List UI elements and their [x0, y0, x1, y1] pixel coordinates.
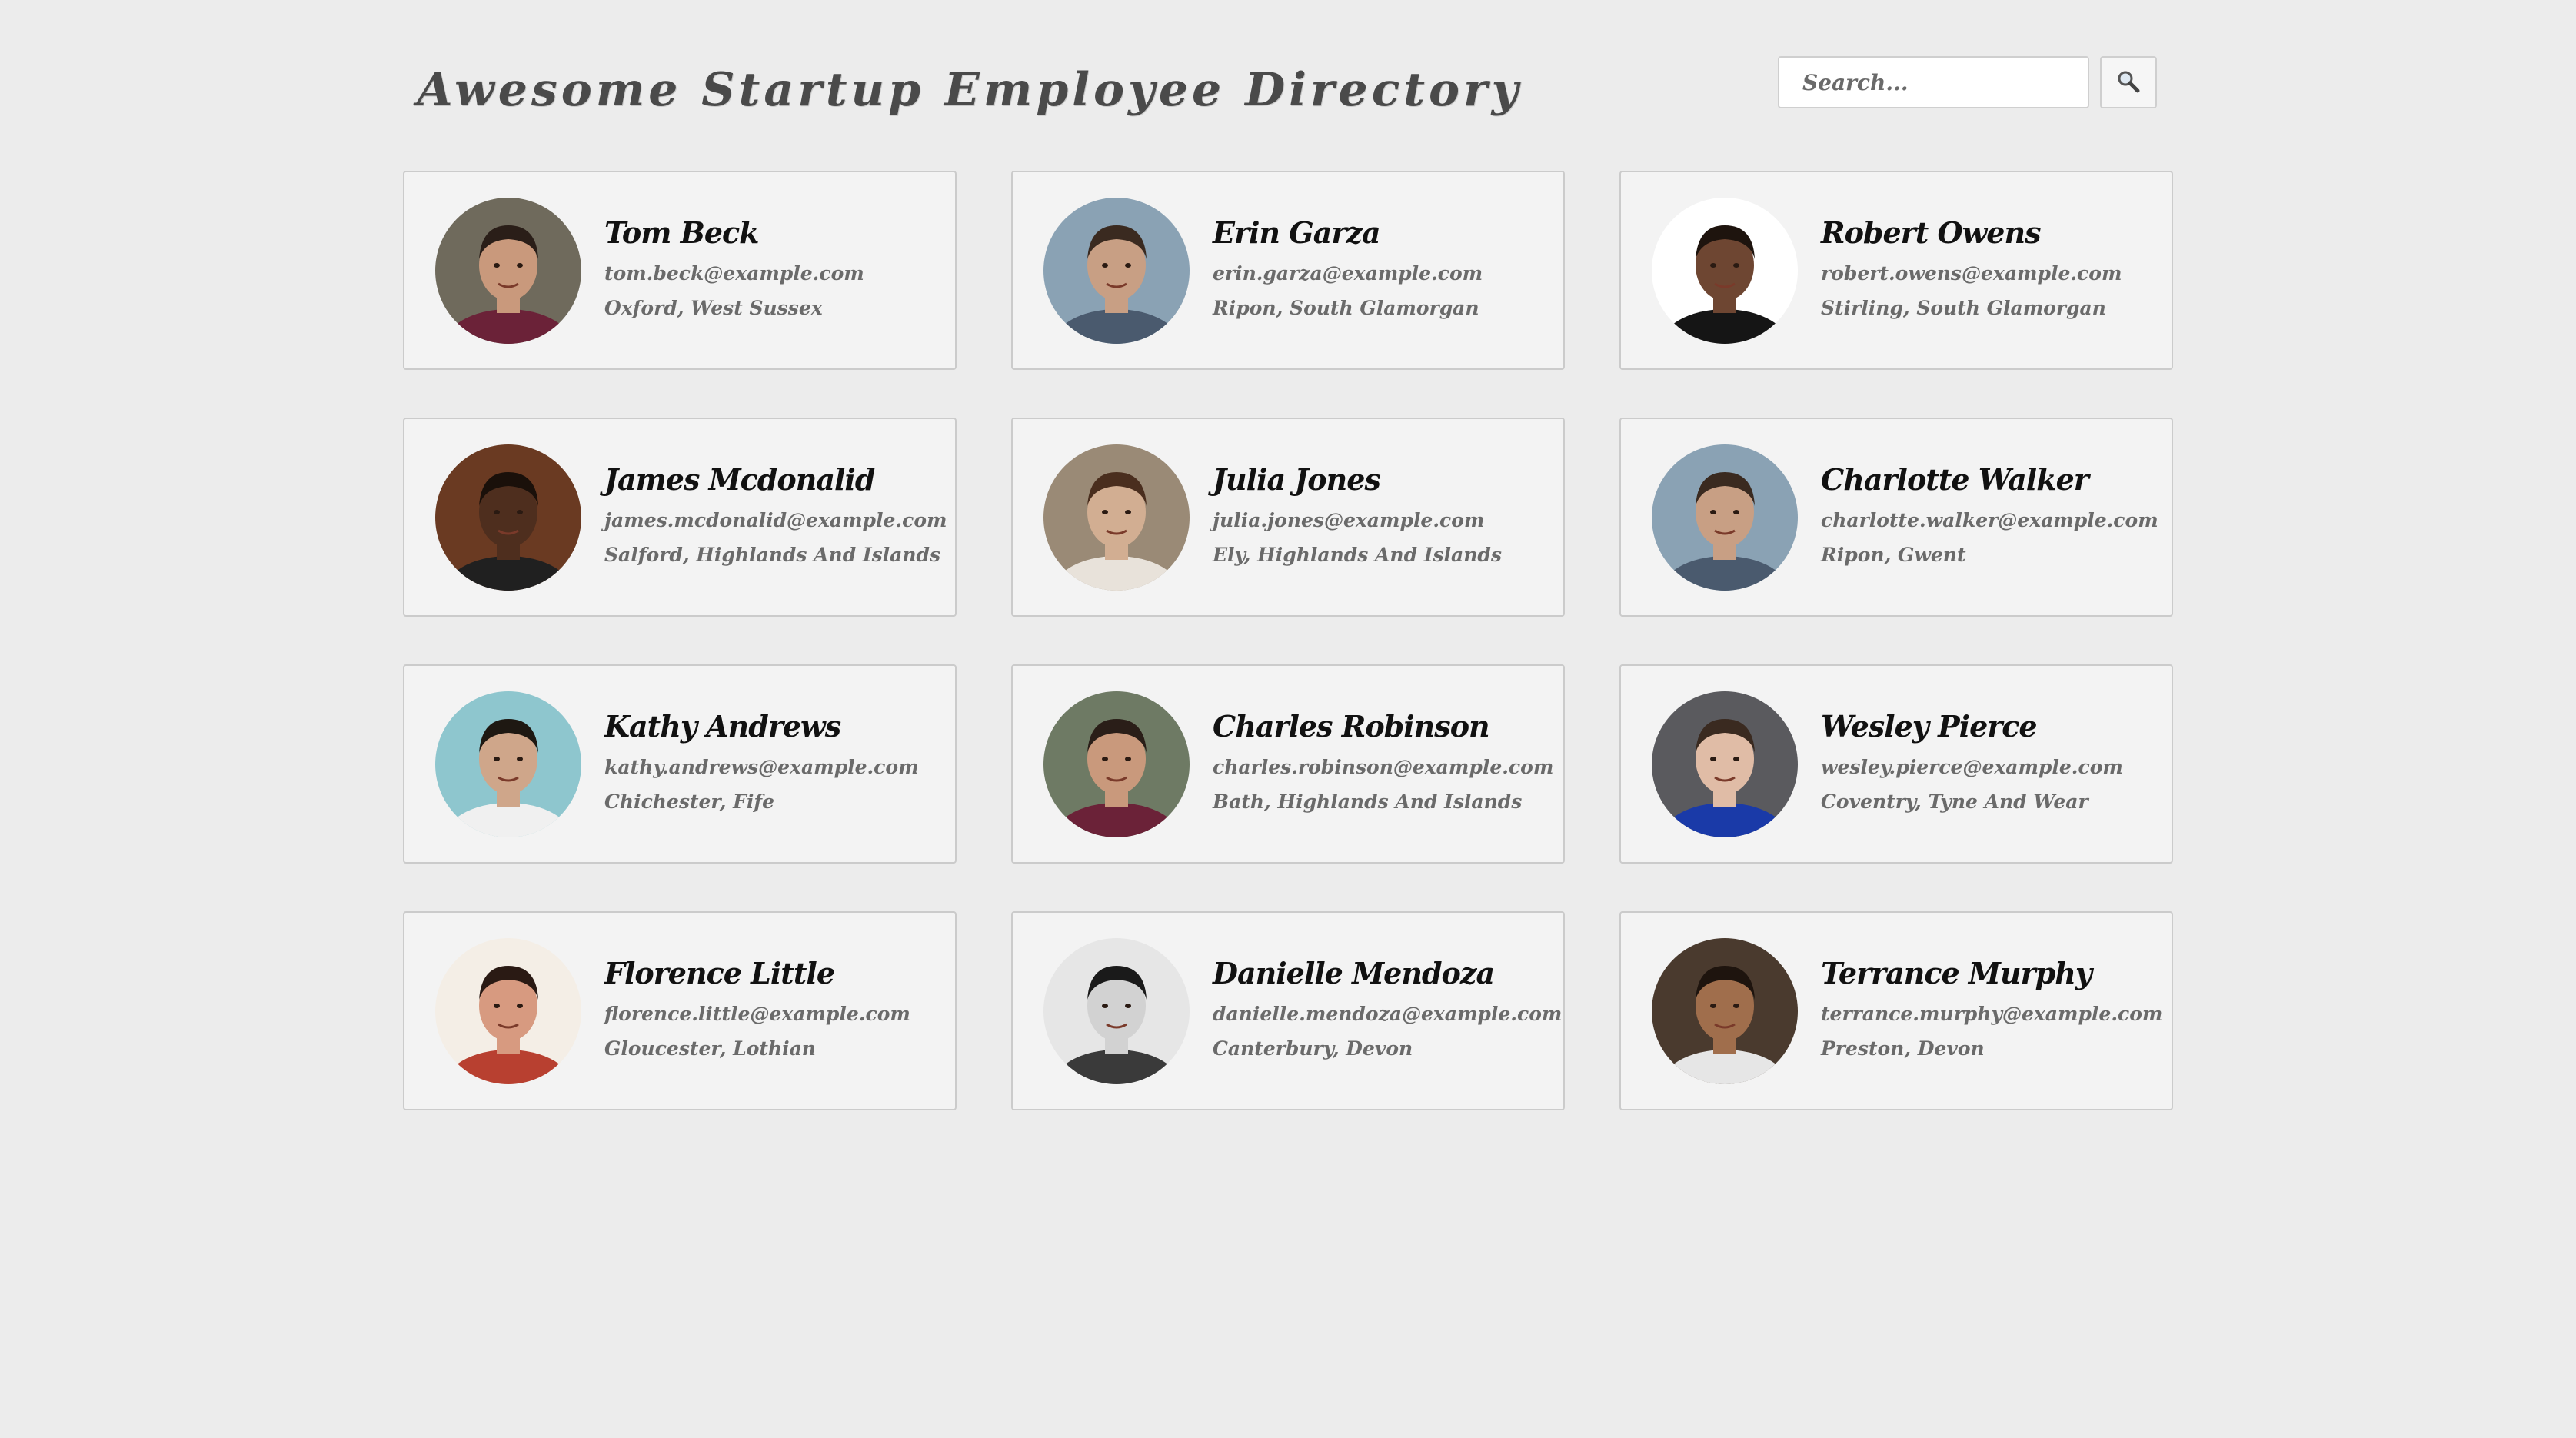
search-form	[1778, 56, 2157, 108]
avatar	[1652, 444, 1798, 591]
employee-card[interactable]: Terrance Murphy terrance.murphy@example.c…	[1619, 911, 2173, 1110]
employee-location: Ely, Highlands And Islands	[1213, 544, 1502, 566]
employee-name: Charles Robinson	[1213, 709, 1490, 744]
employee-info: Julia Jones julia.jones@example.com Ely, H…	[1213, 462, 1502, 572]
avatar	[1043, 691, 1190, 837]
employee-name: Florence Little	[604, 956, 835, 990]
employee-info: Erin Garza erin.garza@example.com Ripon, S…	[1213, 215, 1483, 325]
employee-name: Danielle Mendoza	[1213, 956, 1495, 990]
employee-location: Chichester, Fife	[604, 791, 775, 813]
search-input[interactable]	[1778, 56, 2089, 108]
avatar	[435, 197, 581, 344]
avatar	[435, 937, 581, 1084]
employee-email: charles.robinson@example.com	[1213, 756, 1554, 778]
avatar	[1652, 937, 1798, 1084]
employee-name: Robert Owens	[1821, 215, 2042, 250]
magnifier-icon	[2117, 70, 2140, 95]
employee-info: Florence Little florence.little@example.c…	[604, 956, 910, 1066]
employee-location: Canterbury, Devon	[1213, 1037, 1413, 1060]
employee-grid: Tom Beck tom.beck@example.com Oxford, West…	[403, 171, 2173, 1110]
employee-name: Kathy Andrews	[604, 709, 841, 744]
employee-name: Charlotte Walker	[1821, 462, 2089, 497]
avatar	[1652, 691, 1798, 837]
employee-location: Ripon, South Glamorgan	[1213, 297, 1479, 319]
employee-card[interactable]: Florence Little florence.little@example.c…	[403, 911, 957, 1110]
employee-card[interactable]: Julia Jones julia.jones@example.com Ely, H…	[1011, 418, 1565, 617]
employee-email: charlotte.walker@example.com	[1821, 509, 2158, 531]
employee-email: terrance.murphy@example.com	[1821, 1003, 2163, 1025]
employee-info: Danielle Mendoza danielle.mendoza@example…	[1213, 956, 1562, 1066]
employee-card[interactable]: Charlotte Walker charlotte.walker@example…	[1619, 418, 2173, 617]
employee-location: Oxford, West Sussex	[604, 297, 823, 319]
search-button[interactable]	[2100, 56, 2157, 108]
avatar	[1043, 444, 1190, 591]
employee-location: Ripon, Gwent	[1821, 544, 1966, 566]
employee-email: robert.owens@example.com	[1821, 262, 2122, 285]
employee-name: James Mcdonalid	[604, 462, 875, 497]
employee-info: Robert Owens robert.owens@example.com Stir…	[1821, 215, 2122, 325]
employee-card[interactable]: Tom Beck tom.beck@example.com Oxford, West…	[403, 171, 957, 370]
avatar	[435, 444, 581, 591]
employee-card[interactable]: Danielle Mendoza danielle.mendoza@example…	[1011, 911, 1565, 1110]
employee-card[interactable]: Wesley Pierce wesley.pierce@example.com Co…	[1619, 664, 2173, 864]
employee-email: wesley.pierce@example.com	[1821, 756, 2123, 778]
employee-name: Julia Jones	[1213, 462, 1381, 497]
employee-location: Preston, Devon	[1821, 1037, 1985, 1060]
employee-location: Coventry, Tyne And Wear	[1821, 791, 2088, 813]
employee-card[interactable]: Erin Garza erin.garza@example.com Ripon, S…	[1011, 171, 1565, 370]
avatar	[1652, 197, 1798, 344]
employee-location: Gloucester, Lothian	[604, 1037, 816, 1060]
employee-location: Salford, Highlands And Islands	[604, 544, 941, 566]
employee-card[interactable]: Kathy Andrews kathy.andrews@example.com Ch…	[403, 664, 957, 864]
employee-email: james.mcdonalid@example.com	[604, 509, 947, 531]
employee-email: danielle.mendoza@example.com	[1213, 1003, 1563, 1025]
employee-info: Tom Beck tom.beck@example.com Oxford, West…	[604, 215, 864, 325]
employee-info: Terrance Murphy terrance.murphy@example.c…	[1821, 956, 2162, 1066]
employee-info: Charles Robinson charles.robinson@example…	[1213, 709, 1553, 819]
employee-card[interactable]: James Mcdonalid james.mcdonalid@example.c…	[403, 418, 957, 617]
employee-info: Kathy Andrews kathy.andrews@example.com Ch…	[604, 709, 919, 819]
employee-email: kathy.andrews@example.com	[604, 756, 919, 778]
avatar	[1043, 937, 1190, 1084]
employee-email: tom.beck@example.com	[604, 262, 864, 285]
employee-name: Erin Garza	[1213, 215, 1381, 250]
employee-email: florence.little@example.com	[604, 1003, 910, 1025]
page-header: Awesome Startup Employee Directory	[0, 0, 2576, 154]
employee-email: erin.garza@example.com	[1213, 262, 1483, 285]
avatar	[1043, 197, 1190, 344]
employee-location: Bath, Highlands And Islands	[1213, 791, 1523, 813]
avatar	[435, 691, 581, 837]
employee-card[interactable]: Charles Robinson charles.robinson@example…	[1011, 664, 1565, 864]
employee-name: Wesley Pierce	[1821, 709, 2038, 744]
employee-card[interactable]: Robert Owens robert.owens@example.com Stir…	[1619, 171, 2173, 370]
employee-info: Wesley Pierce wesley.pierce@example.com Co…	[1821, 709, 2123, 819]
employee-name: Terrance Murphy	[1821, 956, 2092, 990]
employee-info: Charlotte Walker charlotte.walker@example…	[1821, 462, 2158, 572]
employee-location: Stirling, South Glamorgan	[1821, 297, 2106, 319]
page-title: Awesome Startup Employee Directory	[417, 63, 1523, 117]
employee-email: julia.jones@example.com	[1213, 509, 1485, 531]
employee-name: Tom Beck	[604, 215, 759, 250]
employee-info: James Mcdonalid james.mcdonalid@example.c…	[604, 462, 947, 572]
